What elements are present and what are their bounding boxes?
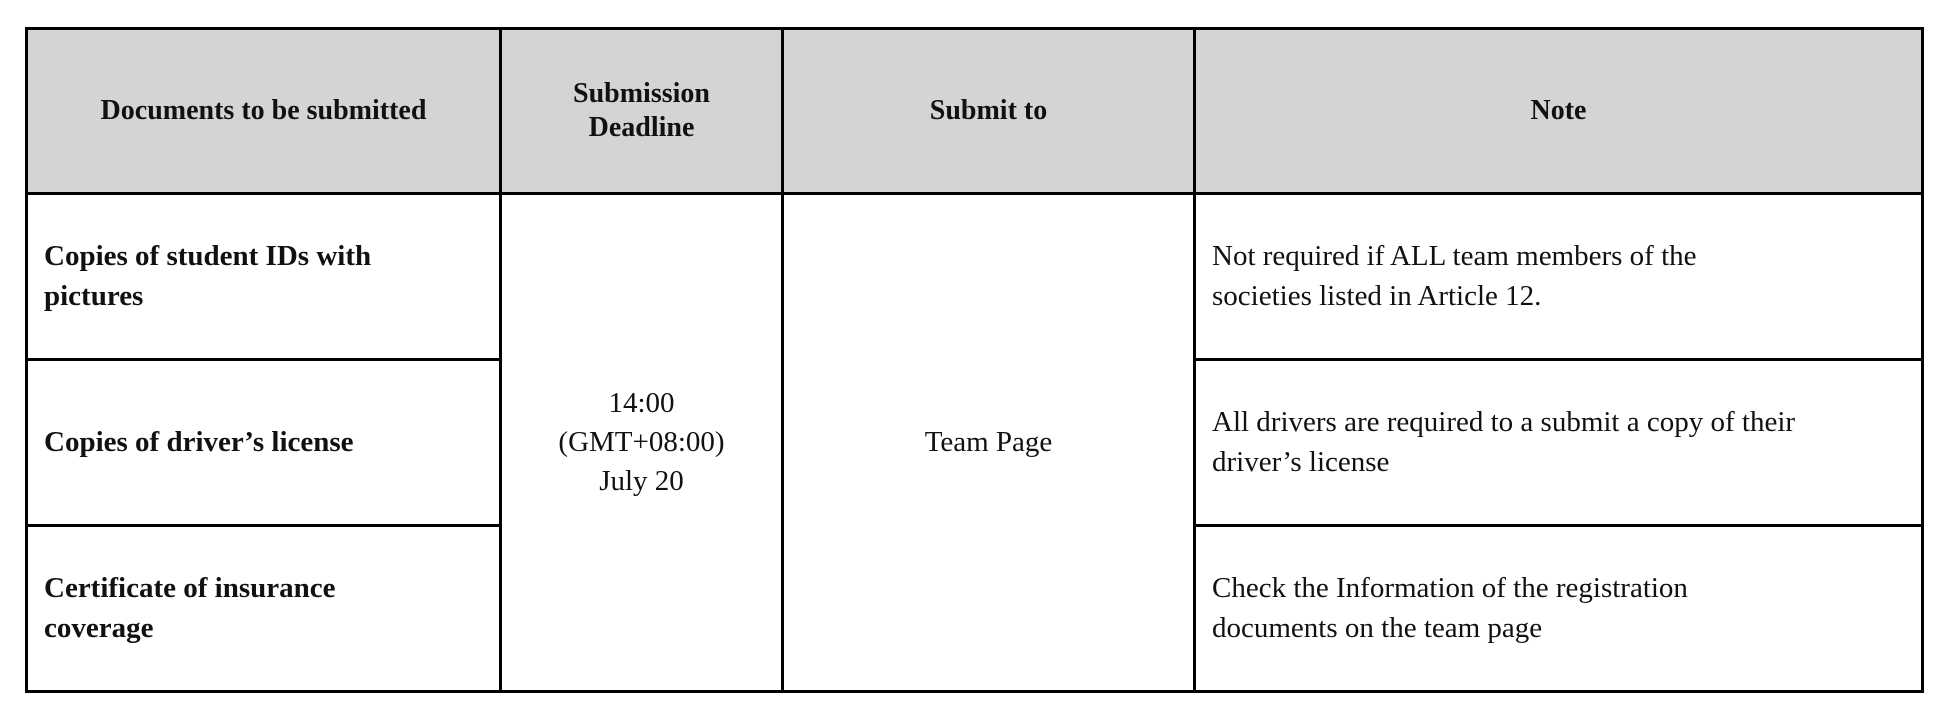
deadline-cell: 14:00 (GMT+08:00) July 20 (499, 192, 784, 693)
header-deadline: Submission Deadline (499, 27, 784, 195)
note-text: Check the Information of the registratio… (1212, 572, 1688, 644)
note-cell: All drivers are required to a submit a c… (1193, 358, 1924, 527)
header-note: Note (1193, 27, 1924, 195)
note-cell: Check the Information of the registratio… (1193, 524, 1924, 693)
deadline-time: 14:00 (608, 386, 675, 419)
deadline-date: July 20 (599, 465, 684, 498)
document-cell: Copies of student IDs with pictures (25, 192, 502, 361)
note-text: Not required if ALL team members of the … (1212, 240, 1697, 312)
table-header: Documents to be submitted Submission Dea… (25, 27, 1924, 195)
submit-to-value: Team Page (924, 425, 1053, 458)
document-name: Certificate of insurance coverage (44, 572, 336, 644)
header-row: Documents to be submitted Submission Dea… (25, 27, 1924, 195)
note-text: All drivers are required to a submit a c… (1212, 406, 1796, 478)
document-cell: Certificate of insurance coverage (25, 524, 502, 693)
document-cell: Copies of driver’s license (25, 358, 502, 527)
submission-documents-table: Documents to be submitted Submission Dea… (25, 27, 1924, 693)
note-cell: Not required if ALL team members of the … (1193, 192, 1924, 361)
table-body: Copies of student IDs with pictures 14:0… (25, 192, 1924, 693)
header-submit-to: Submit to (781, 27, 1196, 195)
deadline-timezone: (GMT+08:00) (558, 425, 725, 458)
submit-to-cell: Team Page (781, 192, 1196, 693)
header-deadline-label: Submission Deadline (573, 78, 710, 143)
header-documents: Documents to be submitted (25, 27, 502, 195)
document-name: Copies of student IDs with pictures (44, 240, 372, 312)
table-row: Copies of student IDs with pictures 14:0… (25, 192, 1924, 693)
document-name: Copies of driver’s license (44, 425, 354, 458)
